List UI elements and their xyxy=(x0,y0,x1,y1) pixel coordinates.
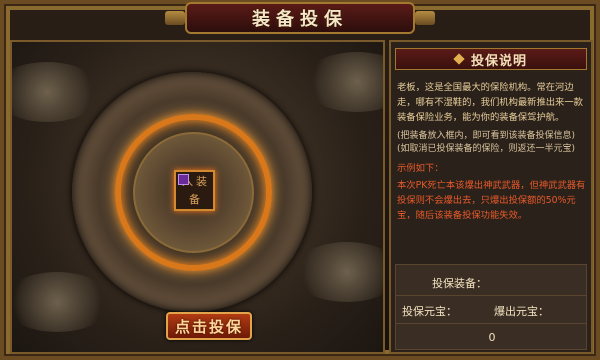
insure-button-label: 点击投保 xyxy=(174,317,243,336)
insurance-stage: 入 装 备 xyxy=(10,40,385,354)
insure-button[interactable]: 点击投保 xyxy=(166,312,252,340)
yuanbao-label: 投保元宝： xyxy=(402,305,457,318)
cloud-decoration xyxy=(292,242,383,302)
equipment-slot[interactable]: 入 装 备 xyxy=(174,170,215,211)
panel-description: 老板，这是全国最大的保险机构。常在河边走，哪有不湿鞋的，我们机构最新推出来一款装… xyxy=(397,80,587,228)
yuanbao-value: 0 xyxy=(488,331,496,344)
divider xyxy=(396,323,586,324)
example-title: 示例如下： xyxy=(397,163,444,174)
cloud-decoration xyxy=(302,52,383,112)
cloud-decoration xyxy=(12,62,102,122)
panel-title: 投保说明 xyxy=(470,53,527,69)
tip-text: (把装备放入框内，即可看到该装备投保信息) xyxy=(397,131,576,141)
window-title: 装备投保 xyxy=(252,9,348,30)
example-text: 本次PK死亡本该爆出神武武器，但神武武器有投保则不会爆出去，只爆出投保额的50%… xyxy=(397,180,586,221)
slot-glyph: 装 xyxy=(196,174,207,188)
equip-label: 投保装备： xyxy=(432,277,487,290)
slot-glyph: 备 xyxy=(189,193,200,207)
info-panel: 投保说明 老板，这是全国最大的保险机构。常在河边走，哪有不湿鞋的，我们机构最新推… xyxy=(389,40,593,354)
item-icon xyxy=(178,174,189,185)
intro-text: 老板，这是全国最大的保险机构。常在河边走，哪有不湿鞋的，我们机构最新推出来一款装… xyxy=(397,82,583,123)
title-bar: 装备投保 xyxy=(165,2,435,34)
cloud-decoration xyxy=(12,272,112,332)
panel-title-bar: 投保说明 xyxy=(395,48,587,70)
tip-text: (如取消已投保装备的保险，则返还一半元宝) xyxy=(397,144,576,154)
diamond-icon xyxy=(453,53,465,65)
divider xyxy=(396,295,586,296)
insurance-fields: 投保装备： 投保元宝： 爆出元宝： 0 xyxy=(395,264,587,350)
drop-label: 爆出元宝： xyxy=(494,305,549,318)
